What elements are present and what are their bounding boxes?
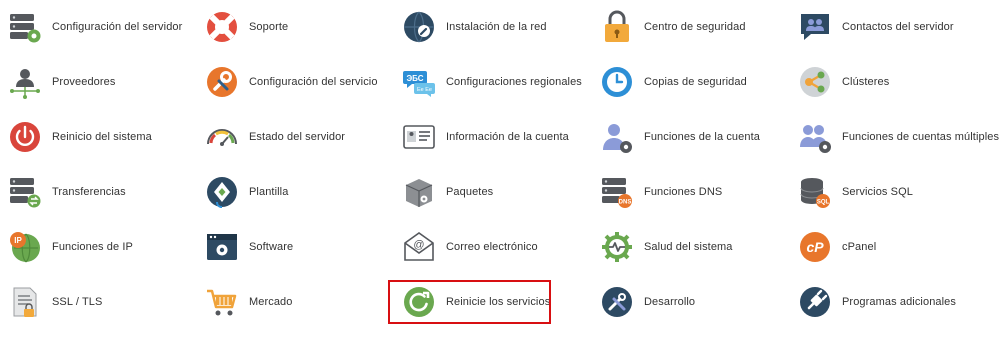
- menu-item-label: Proveedores: [52, 76, 116, 88]
- svg-text:SQL: SQL: [817, 200, 830, 206]
- svg-text:Ee Ee: Ee Ee: [417, 87, 432, 93]
- restart-icon: [404, 287, 434, 317]
- server-transfer-icon: [10, 178, 41, 208]
- menu-item-label: Correo electrónico: [446, 241, 538, 253]
- menu-item-label: Servicios SQL: [842, 186, 913, 198]
- menu-item-label: Reinicie los servicios: [446, 296, 551, 308]
- menu-item-label: Plantilla: [249, 186, 289, 198]
- menu-item-label: Programas adicionales: [842, 296, 956, 308]
- menu-item-ssl-tls[interactable]: SSL / TLS: [8, 282, 102, 322]
- menu-item-servicios-sql[interactable]: SQL Servicios SQL: [798, 172, 913, 212]
- theme-brush-icon: [207, 177, 237, 208]
- menu-item-label: Funciones de IP: [52, 241, 133, 253]
- menu-item-label: Funciones de la cuenta: [644, 131, 760, 143]
- svg-text:@: @: [413, 239, 424, 251]
- menu-item-salud-del-sistema[interactable]: Salud del sistema: [600, 227, 733, 267]
- software-window-icon: [207, 234, 237, 260]
- menu-item-label: Configuraciones regionales: [446, 76, 582, 88]
- shopping-cart-icon: [207, 289, 237, 316]
- menu-item-label: Información de la cuenta: [446, 131, 569, 143]
- menu-item-label: Soporte: [249, 21, 289, 33]
- menu-item-funciones-de-ip[interactable]: IP Funciones de IP: [8, 227, 133, 267]
- menu-item-funciones-de-la-cuenta[interactable]: Funciones de la cuenta: [600, 117, 760, 157]
- menu-item-label: Configuración del servidor: [52, 21, 183, 33]
- svg-text:DNS: DNS: [619, 200, 632, 206]
- menu-item-label: Desarrollo: [644, 296, 696, 308]
- wrench-icon: [207, 67, 237, 97]
- power-icon: [10, 122, 40, 152]
- multi-user-gear-icon: [800, 125, 831, 153]
- menu-item-label: Clústeres: [842, 76, 890, 88]
- menu-item-label: Centro de seguridad: [644, 21, 746, 33]
- menu-item-label: Estado del servidor: [249, 131, 346, 143]
- menu-item-correo-electronico[interactable]: @ Correo electrónico: [402, 227, 538, 267]
- menu-item-proveedores[interactable]: Proveedores: [8, 62, 115, 102]
- user-gear-icon: [603, 124, 632, 153]
- menu-item-contactos-del-servidor[interactable]: Contactos del servidor: [798, 7, 954, 47]
- menu-item-reinicio-del-sistema[interactable]: Reinicio del sistema: [8, 117, 152, 157]
- email-envelope-icon: @: [404, 232, 434, 261]
- cluster-share-icon: [800, 67, 830, 97]
- menu-item-label: Mercado: [249, 296, 293, 308]
- menu-item-soporte[interactable]: Soporte: [205, 7, 288, 47]
- server-gear-icon: [10, 14, 41, 43]
- menu-item-label: Reinicio del sistema: [52, 131, 152, 143]
- ip-globe-icon: IP: [10, 232, 40, 263]
- padlock-icon: [605, 10, 629, 42]
- feature-grid: Configuración del servidor Proveedores Rei…: [0, 0, 1000, 350]
- menu-item-mercado[interactable]: Mercado: [205, 282, 293, 322]
- health-gear-icon: [602, 232, 632, 262]
- menu-item-funciones-dns[interactable]: DNS Funciones DNS: [600, 172, 722, 212]
- contacts-chat-icon: [801, 14, 829, 40]
- cpanel-logo-icon: cP: [800, 232, 830, 262]
- menu-item-informacion-de-la-cuenta[interactable]: Información de la cuenta: [402, 117, 569, 157]
- menu-item-configuracion-del-servidor[interactable]: Configuración del servidor: [8, 7, 182, 47]
- menu-item-label: cPanel: [842, 241, 877, 253]
- menu-item-clusteres[interactable]: Clústeres: [798, 62, 889, 102]
- menu-item-label: Configuración del servicio: [249, 76, 378, 88]
- menu-item-label: Funciones DNS: [644, 186, 723, 198]
- developer-tools-icon: [602, 287, 632, 317]
- gauge-icon: [207, 129, 237, 146]
- menu-item-transferencias[interactable]: Transferencias: [8, 172, 126, 212]
- menu-item-label: Instalación de la red: [446, 21, 547, 33]
- server-dns-icon: DNS: [602, 178, 632, 208]
- menu-item-label: SSL / TLS: [52, 296, 103, 308]
- svg-text:IP: IP: [14, 236, 22, 245]
- svg-text:cP: cP: [806, 239, 824, 255]
- menu-item-instalacion-de-la-red[interactable]: Instalación de la red: [402, 7, 547, 47]
- menu-item-label: Salud del sistema: [644, 241, 733, 253]
- menu-item-plantilla[interactable]: Plantilla: [205, 172, 288, 212]
- menu-item-configuracion-del-servicio[interactable]: Configuración del servicio: [205, 62, 378, 102]
- menu-item-label: Contactos del servidor: [842, 21, 954, 33]
- menu-item-desarrollo[interactable]: Desarrollo: [600, 282, 695, 322]
- menu-item-software[interactable]: Software: [205, 227, 293, 267]
- menu-item-label: Copias de seguridad: [644, 76, 747, 88]
- menu-item-funciones-de-cuentas-multiples[interactable]: Funciones de cuentas múltiples: [798, 117, 999, 157]
- lifebuoy-icon: [207, 12, 237, 42]
- menu-item-label: Funciones de cuentas múltiples: [842, 131, 1000, 143]
- plugin-icon: [800, 287, 830, 317]
- provider-network-icon: [10, 69, 40, 99]
- menu-item-copias-de-seguridad[interactable]: Copias de seguridad: [600, 62, 747, 102]
- menu-item-cpanel[interactable]: cP cPanel: [798, 227, 876, 267]
- sql-database-icon: SQL: [800, 178, 830, 208]
- menu-item-centro-de-seguridad[interactable]: Centro de seguridad: [600, 7, 746, 47]
- package-box-icon: [405, 179, 433, 207]
- network-globe-wrench-icon: [404, 11, 434, 43]
- backup-clock-icon: [602, 67, 632, 97]
- svg-text:ЭБС: ЭБС: [406, 74, 423, 83]
- menu-item-configuraciones-regionales[interactable]: ЭБС Ee Ee Configuraciones regionales: [402, 62, 582, 102]
- menu-item-reinicie-los-servicios[interactable]: Reinicie los servicios: [402, 282, 550, 322]
- menu-item-programas-adicionales[interactable]: Programas adicionales: [798, 282, 956, 322]
- menu-item-estado-del-servidor[interactable]: Estado del servidor: [205, 117, 345, 157]
- menu-item-label: Paquetes: [446, 186, 494, 198]
- id-card-icon: [403, 125, 435, 149]
- menu-item-paquetes[interactable]: Paquetes: [402, 172, 493, 212]
- menu-item-label: Transferencias: [52, 186, 126, 198]
- certificate-lock-icon: [13, 287, 37, 317]
- language-bubbles-icon: ЭБС Ee Ee: [403, 71, 435, 97]
- menu-item-label: Software: [249, 241, 294, 253]
